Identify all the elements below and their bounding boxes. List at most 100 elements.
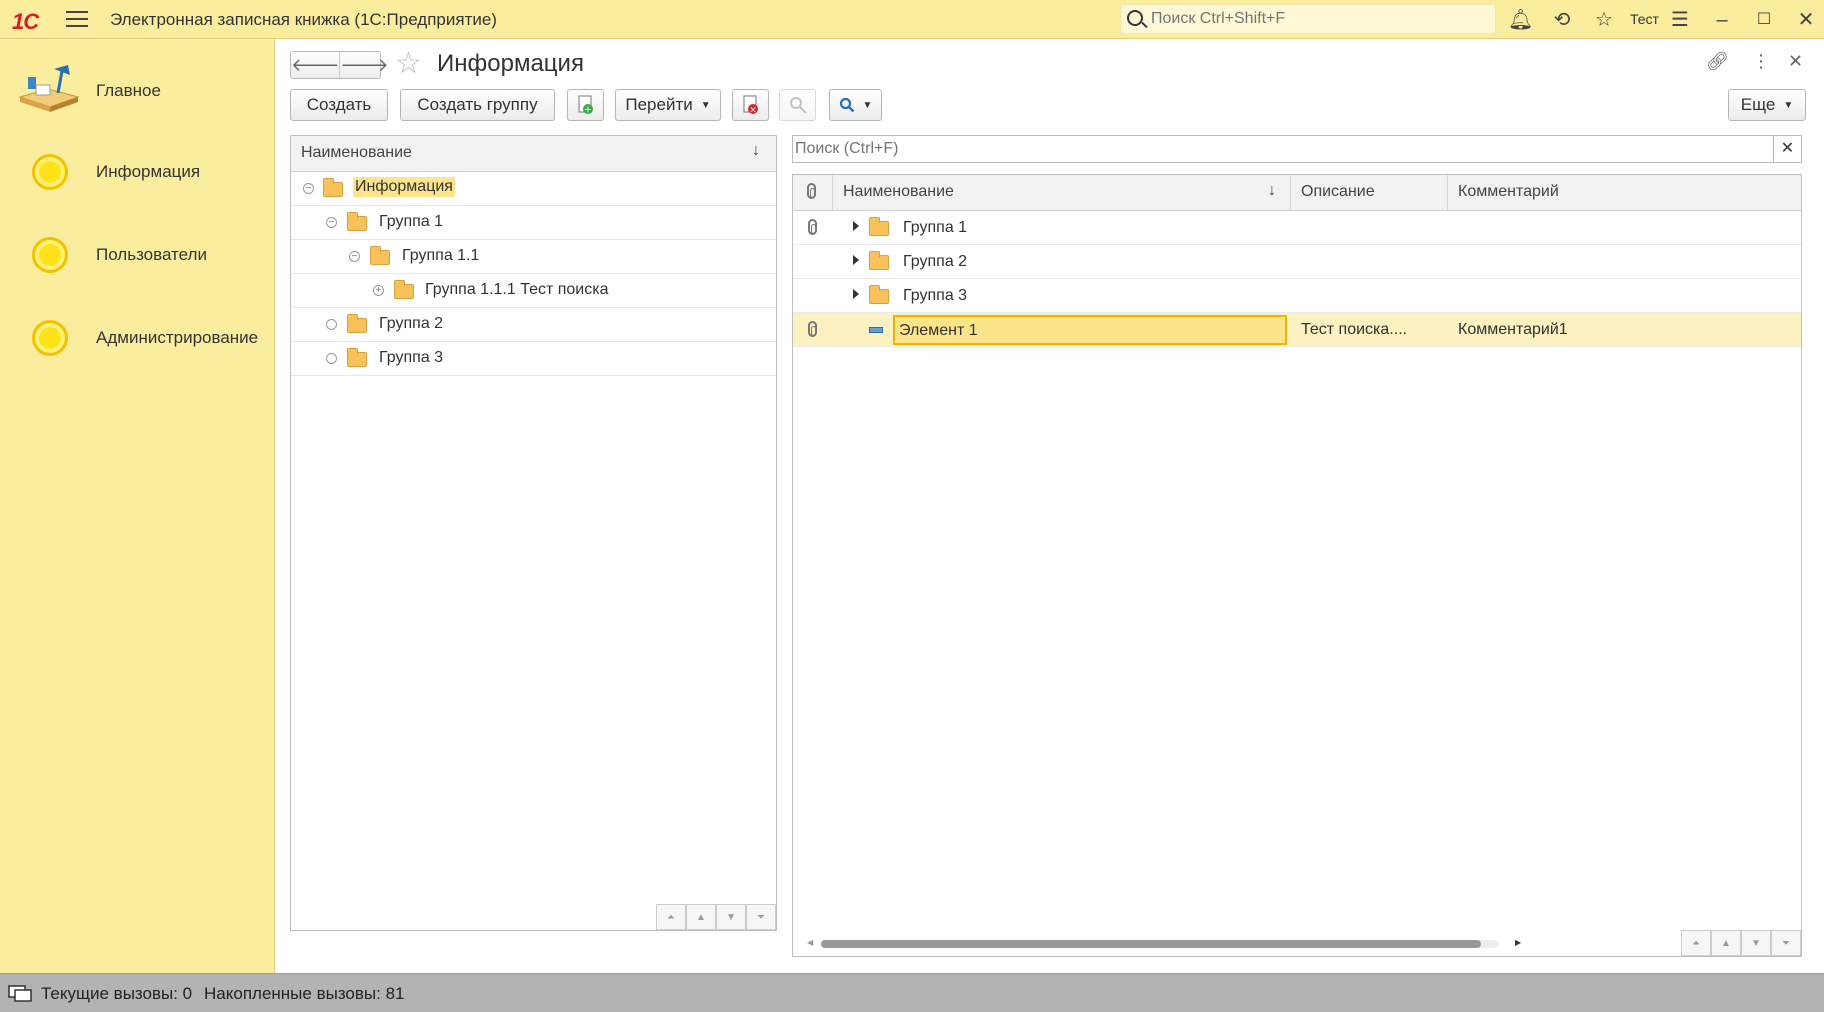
scroll-up-icon[interactable]: ▲	[1711, 930, 1741, 956]
search-options-button[interactable]: ▼	[829, 89, 882, 121]
list-row[interactable]: Группа 2	[793, 245, 1801, 279]
goto-button[interactable]: Перейти ▼	[615, 89, 721, 121]
find-button[interactable]	[779, 89, 816, 121]
scroll-up-icon[interactable]: ▲	[686, 904, 716, 930]
item-list[interactable]: Наименование ↓ Описание Комментарий Групп…	[792, 174, 1802, 957]
find-user-icon	[789, 97, 807, 114]
sidebar-item-main[interactable]: Главное	[0, 49, 275, 119]
collapse-icon[interactable]: −	[303, 183, 314, 194]
global-search-input[interactable]	[1149, 7, 1489, 31]
scroll-top-icon[interactable]: ⏶	[1681, 930, 1711, 956]
folder-icon	[869, 217, 889, 236]
section-icon	[32, 237, 68, 273]
scroll-top-icon[interactable]: ⏶	[656, 904, 686, 930]
row-name-editing[interactable]: Элемент 1	[893, 315, 1287, 345]
close-form-icon[interactable]: ✕	[1788, 51, 1803, 72]
bell-icon[interactable]: 🔔︎	[1508, 8, 1533, 32]
list-scroll-buttons: ⏶ ▲ ▼ ⏷	[1681, 930, 1801, 956]
row-name: Группа 2	[903, 253, 968, 270]
collapse-icon[interactable]: −	[349, 251, 360, 262]
folder-icon	[347, 212, 367, 231]
tree-row[interactable]: − Группа 1.1	[291, 240, 776, 274]
tree-row-label: Группа 2	[379, 315, 444, 332]
favorite-star-icon[interactable]: ☆	[395, 49, 422, 79]
list-row[interactable]: Группа 3	[793, 279, 1801, 313]
group-tree[interactable]: Наименование ↓ − Информация − Группа 1 −…	[290, 135, 777, 931]
1c-logo: 1С	[12, 9, 39, 34]
column-name[interactable]: Наименование ↓	[833, 175, 1291, 211]
scroll-bottom-icon[interactable]: ⏷	[1771, 930, 1801, 956]
scroll-thumb[interactable]	[821, 940, 1481, 948]
maximize-icon[interactable]: ☐	[1752, 8, 1776, 32]
create-group-button[interactable]: Создать группу	[400, 89, 555, 121]
scroll-down-icon[interactable]: ▼	[1741, 930, 1771, 956]
column-description[interactable]: Описание	[1291, 175, 1448, 211]
column-comment[interactable]: Комментарий	[1448, 175, 1801, 211]
current-calls: Текущие вызовы: 0	[41, 984, 193, 1003]
more-vertical-icon[interactable]: ⋮	[1752, 51, 1770, 72]
goto-label: Перейти	[625, 95, 693, 114]
paperclip-icon	[807, 183, 816, 199]
collapse-icon[interactable]: −	[326, 217, 337, 228]
link-icon[interactable]: 🔗︎	[1706, 51, 1729, 72]
form-area: 🡐 🡒 ☆ Информация 🔗︎ ⋮ ✕ Создать Создать …	[276, 39, 1824, 973]
copy-button[interactable]: +	[567, 89, 604, 121]
sidebar-item-information[interactable]: Информация	[0, 144, 275, 204]
chevron-down-icon: ▼	[862, 99, 873, 111]
scroll-left-icon[interactable]: ◀	[807, 938, 813, 947]
sidebar-item-users[interactable]: Пользователи	[0, 227, 275, 287]
folder-icon	[370, 246, 390, 265]
tree-row[interactable]: Группа 3	[291, 342, 776, 376]
tree-header[interactable]: Наименование ↓	[291, 136, 776, 172]
settings-menu-icon[interactable]: ☰	[1668, 8, 1692, 32]
title-bar: 1С Электронная записная книжка (1С:Предп…	[0, 0, 1824, 39]
forward-button[interactable]: 🡒	[340, 52, 388, 78]
history-icon[interactable]: ⟲	[1550, 8, 1574, 32]
list-row[interactable]: Группа 1	[793, 211, 1801, 245]
sidebar-item-administration[interactable]: Администрирование	[0, 310, 275, 370]
menu-icon[interactable]	[66, 11, 88, 28]
desk-icon	[18, 65, 80, 112]
list-row-selected[interactable]: Элемент 1 Тест поиска.... Комментарий1	[793, 313, 1801, 347]
global-search[interactable]	[1120, 4, 1496, 34]
list-search-input[interactable]	[793, 136, 1801, 162]
scroll-bottom-icon[interactable]: ⏷	[746, 904, 776, 930]
row-comment: Комментарий1	[1458, 321, 1568, 338]
tree-scroll-buttons: ⏶ ▲ ▼ ⏷	[656, 904, 776, 930]
tree-row-label: Группа 1	[379, 213, 444, 230]
folder-icon	[323, 178, 343, 197]
tree-row[interactable]: − Информация	[291, 172, 776, 206]
mark-delete-button[interactable]: ×	[732, 89, 769, 121]
sidebar-item-label: Администрирование	[96, 328, 259, 347]
expand-arrow-icon[interactable]	[853, 289, 859, 299]
tree-row[interactable]: Группа 2	[291, 308, 776, 342]
row-name: Группа 1	[903, 219, 968, 236]
element-icon	[869, 327, 883, 333]
sort-arrow-icon: ↓	[1268, 182, 1276, 199]
clear-search-button[interactable]: ✕	[1773, 135, 1802, 163]
list-search[interactable]	[792, 135, 1802, 163]
tree-row[interactable]: − Группа 1	[291, 206, 776, 240]
tree-row-label: Группа 1.1	[402, 247, 480, 264]
more-button[interactable]: Еще ▼	[1728, 89, 1806, 121]
tree-row[interactable]: + Группа 1.1.1 Тест поиска	[291, 274, 776, 308]
user-name[interactable]: Тест	[1630, 11, 1659, 27]
close-window-icon[interactable]: ✕	[1794, 8, 1818, 32]
row-name: Группа 3	[903, 287, 968, 304]
folder-icon	[347, 348, 367, 367]
folder-icon	[394, 280, 414, 299]
delete-icon: ×	[743, 95, 758, 115]
create-button[interactable]: Создать	[290, 89, 388, 121]
back-button[interactable]: 🡐	[291, 52, 341, 78]
scroll-down-icon[interactable]: ▼	[716, 904, 746, 930]
monitor-icon[interactable]	[8, 983, 32, 1003]
tree-column-name: Наименование	[301, 144, 412, 161]
attachment-column[interactable]	[793, 175, 833, 211]
horizontal-scrollbar[interactable]: ◀ ▶	[807, 938, 1529, 948]
star-icon[interactable]: ☆	[1592, 8, 1616, 32]
expand-arrow-icon[interactable]	[853, 221, 859, 231]
minimize-icon[interactable]: –	[1710, 8, 1734, 32]
expand-icon[interactable]: +	[373, 285, 384, 296]
scroll-right-icon[interactable]: ▶	[1515, 938, 1521, 947]
expand-arrow-icon[interactable]	[853, 255, 859, 265]
